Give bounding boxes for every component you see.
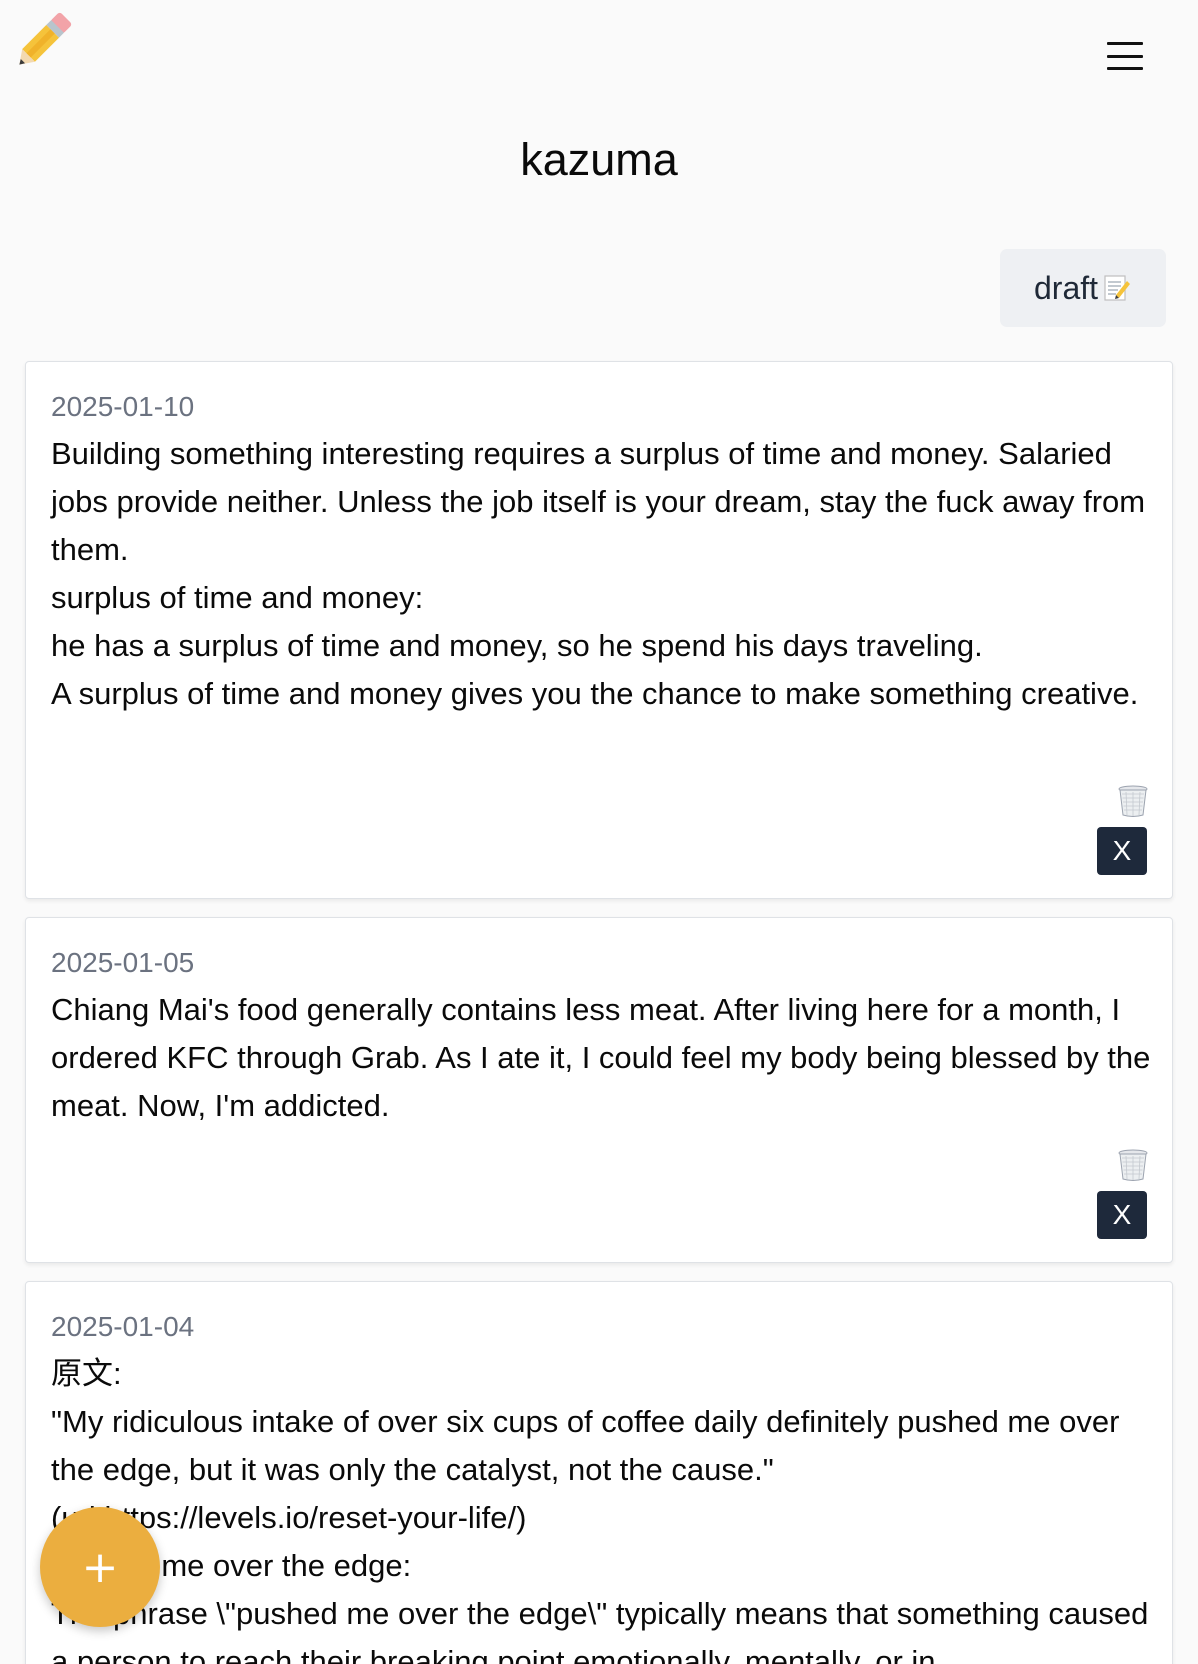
trash-can-icon[interactable] <box>1117 1148 1149 1182</box>
post-line: surplus of time and money: <box>51 580 424 615</box>
close-button[interactable]: X <box>1097 827 1147 875</box>
post-line: "My ridiculous intake of over six cups o… <box>51 1404 1120 1487</box>
page: kazuma draft 2025-01-10 Building somethi… <box>0 0 1198 1664</box>
memo-icon <box>1102 273 1132 303</box>
page-title: kazuma <box>520 134 678 185</box>
post-body: 原文: "My ridiculous intake of over six cu… <box>51 1350 1151 1664</box>
post-date: 2025-01-04 <box>51 1311 195 1342</box>
post-card: 2025-01-10 Building something interestin… <box>25 361 1173 899</box>
draft-button-label: draft <box>1033 269 1099 306</box>
post-line: Building something interesting requires … <box>51 436 1146 567</box>
post-body: Building something interesting requires … <box>51 430 1151 718</box>
hamburger-menu-icon[interactable] <box>1100 36 1150 76</box>
trash-can-icon[interactable] <box>1117 784 1149 818</box>
draft-button[interactable]: draft <box>1000 249 1166 327</box>
post-date: 2025-01-05 <box>51 947 195 978</box>
post-line: A surplus of time and money gives you th… <box>51 676 1139 711</box>
post-card: 2025-01-04 原文: "My ridiculous intake of … <box>25 1281 1173 1664</box>
pencil-icon[interactable] <box>6 6 78 78</box>
post-line: 原文: <box>51 1356 122 1391</box>
post-date: 2025-01-10 <box>51 391 195 422</box>
top-bar <box>0 0 1198 110</box>
post-line: he has a surplus of time and money, so h… <box>51 628 983 663</box>
post-line: (url:https://levels.io/reset-your-life/) <box>51 1500 527 1535</box>
post-card: 2025-01-05 Chiang Mai's food generally c… <box>25 917 1173 1263</box>
close-button[interactable]: X <box>1097 1191 1147 1239</box>
post-line: Chiang Mai's food generally contains les… <box>51 992 1151 1123</box>
post-body: Chiang Mai's food generally contains les… <box>51 986 1151 1130</box>
add-post-button[interactable]: + <box>40 1507 160 1627</box>
post-line: pushed me over the edge: <box>51 1548 412 1583</box>
post-line: The phrase \"pushed me over the edge\" t… <box>51 1596 1149 1664</box>
